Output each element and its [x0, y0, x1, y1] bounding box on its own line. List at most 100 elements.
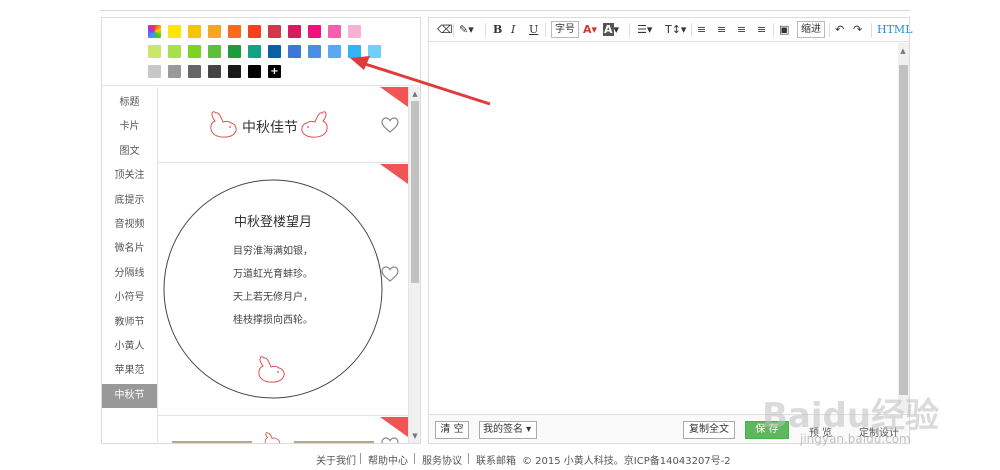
sidebar-item[interactable]: 小符号 [102, 286, 157, 310]
heart-icon[interactable] [381, 437, 399, 443]
color-swatch[interactable] [208, 65, 221, 78]
heart-icon[interactable] [381, 117, 399, 133]
color-swatch[interactable] [148, 65, 161, 78]
html-source-button[interactable]: HTML [877, 21, 913, 38]
sidebar-item[interactable]: 底提示 [102, 189, 157, 213]
eraser-icon[interactable]: ⌫ [437, 21, 453, 38]
align-right-icon[interactable]: ≡ [737, 21, 746, 38]
image-icon[interactable]: ▣ [779, 21, 789, 38]
sidebar-item[interactable]: 小黄人 [102, 335, 157, 359]
color-swatch[interactable] [308, 25, 321, 38]
color-swatch[interactable] [168, 25, 181, 38]
signature-select[interactable]: 我的签名 ▾ [479, 421, 537, 439]
font-color-label: A [583, 23, 592, 36]
footer-help-link[interactable]: 帮助中心 [368, 452, 408, 467]
style-library-panel: + 标题 卡片 图文 顶关注 底提示 音视频 微名片 分隔线 小符号 教师节 小黄人 苹果范 中秋节 中… [101, 17, 421, 444]
copy-all-button[interactable]: 复制全文 [683, 421, 735, 439]
sidebar-item[interactable]: 标题 [102, 91, 157, 115]
signature-label: 我的签名 [483, 424, 523, 435]
list-icon[interactable]: ☰▾ [637, 21, 652, 38]
template-list: 中秋佳节 中秋登楼望月 目穷淮海满如银， 万道虹光育蚌珍。 天上若无修月户， 桂枝撑损… [158, 87, 408, 443]
clear-button[interactable]: 清 空 [435, 421, 469, 439]
editor-scrollbar[interactable]: ▲ [898, 43, 909, 413]
align-center-icon[interactable]: ≡ [717, 21, 726, 38]
editor-toolbar: ⌫ ✎▾ B I U 字号 A▾ A▾ ☰▾ T↕▾ ≡ ≡ ≡ ≡ ▣ 缩进 … [429, 18, 913, 42]
color-swatch[interactable] [148, 45, 161, 58]
sidebar-item[interactable]: 顶关注 [102, 164, 157, 188]
color-swatch[interactable] [228, 45, 241, 58]
watermark-logo: Baidu经验 [762, 396, 940, 436]
italic-button[interactable]: I [511, 21, 515, 38]
sidebar-item[interactable]: 微名片 [102, 237, 157, 261]
poem-line: 桂枝撑损向西轮。 [233, 315, 313, 326]
color-picker-icon[interactable] [148, 25, 161, 38]
color-swatch[interactable] [268, 45, 281, 58]
font-size-button[interactable]: 字号 [551, 21, 579, 38]
undo-icon[interactable]: ↶ [835, 21, 844, 38]
color-swatch[interactable] [188, 65, 201, 78]
bg-color-button[interactable]: A▾ [603, 21, 619, 38]
font-color-button[interactable]: A▾ [583, 21, 597, 38]
color-swatch[interactable] [248, 65, 261, 78]
category-sidebar: 标题 卡片 图文 顶关注 底提示 音视频 微名片 分隔线 小符号 教师节 小黄人 苹果范 中秋节 [102, 87, 158, 443]
sidebar-item[interactable]: 中秋节 [102, 383, 157, 408]
align-left-icon[interactable]: ≡ [697, 21, 706, 38]
template-card-moon-festival[interactable]: 中秋佳节 [158, 87, 408, 163]
scroll-down-icon[interactable]: ▼ [411, 431, 419, 441]
color-swatch[interactable] [188, 45, 201, 58]
sidebar-item[interactable]: 教师节 [102, 311, 157, 335]
redo-icon[interactable]: ↷ [853, 21, 862, 38]
add-color-button[interactable]: + [268, 65, 281, 78]
color-swatch[interactable] [268, 25, 281, 38]
template-card-moon-poem[interactable]: 中秋登楼望月 目穷淮海满如银， 万道虹光育蚌珍。 天上若无修月户， 桂枝撑损向西轮。 [158, 164, 408, 416]
rabbit-icon [258, 356, 285, 383]
indent-button[interactable]: 缩进 [797, 21, 825, 38]
bg-color-label: A [603, 23, 614, 36]
color-swatch[interactable] [228, 65, 241, 78]
color-swatch[interactable] [348, 45, 361, 58]
color-palette: + [102, 18, 420, 86]
sidebar-item[interactable]: 图文 [102, 140, 157, 164]
rabbit-icon [264, 432, 280, 443]
color-swatch[interactable] [368, 45, 381, 58]
template-scrollbar[interactable]: ▲ ▼ [408, 87, 420, 443]
sidebar-item[interactable]: 卡片 [102, 115, 157, 139]
color-swatch[interactable] [228, 25, 241, 38]
color-swatch[interactable] [168, 65, 181, 78]
color-swatch[interactable] [248, 45, 261, 58]
heart-icon[interactable] [381, 266, 399, 282]
color-swatch[interactable] [168, 45, 181, 58]
sidebar-item[interactable]: 音视频 [102, 213, 157, 237]
bold-button[interactable]: B [493, 21, 502, 38]
site-footer: 关于我们 帮助中心 服务协议 联系邮箱 © 2015 小黄人科技。京ICP备14… [0, 452, 1000, 467]
color-swatch[interactable] [208, 25, 221, 38]
sidebar-item[interactable]: 分隔线 [102, 262, 157, 286]
footer-terms-link[interactable]: 服务协议 [422, 452, 462, 467]
color-swatch[interactable] [288, 45, 301, 58]
color-swatch[interactable] [208, 45, 221, 58]
color-swatch[interactable] [328, 25, 341, 38]
underline-button[interactable]: U [529, 21, 538, 38]
scroll-thumb[interactable] [411, 101, 419, 283]
scroll-up-icon[interactable]: ▲ [411, 89, 419, 99]
scroll-up-icon[interactable]: ▲ [899, 46, 907, 56]
color-swatch[interactable] [248, 25, 261, 38]
template-title: 中秋佳节 [242, 120, 298, 136]
scroll-thumb[interactable] [899, 65, 908, 395]
template-card-partial[interactable] [158, 417, 408, 443]
color-swatch[interactable] [188, 25, 201, 38]
color-swatch[interactable] [328, 45, 341, 58]
corner-ribbon [380, 87, 408, 107]
color-swatch[interactable] [308, 45, 321, 58]
poem-line: 目穷淮海满如银， [233, 246, 313, 257]
footer-contact-link[interactable]: 联系邮箱 [476, 452, 516, 467]
format-brush-icon[interactable]: ✎▾ [459, 21, 474, 38]
corner-ribbon [380, 164, 408, 184]
color-swatch[interactable] [348, 25, 361, 38]
footer-about-link[interactable]: 关于我们 [316, 452, 356, 467]
align-justify-icon[interactable]: ≡ [757, 21, 766, 38]
sidebar-item[interactable]: 苹果范 [102, 359, 157, 383]
line-height-icon[interactable]: T↕▾ [665, 21, 686, 38]
editor-content-area[interactable] [429, 43, 897, 413]
color-swatch[interactable] [288, 25, 301, 38]
